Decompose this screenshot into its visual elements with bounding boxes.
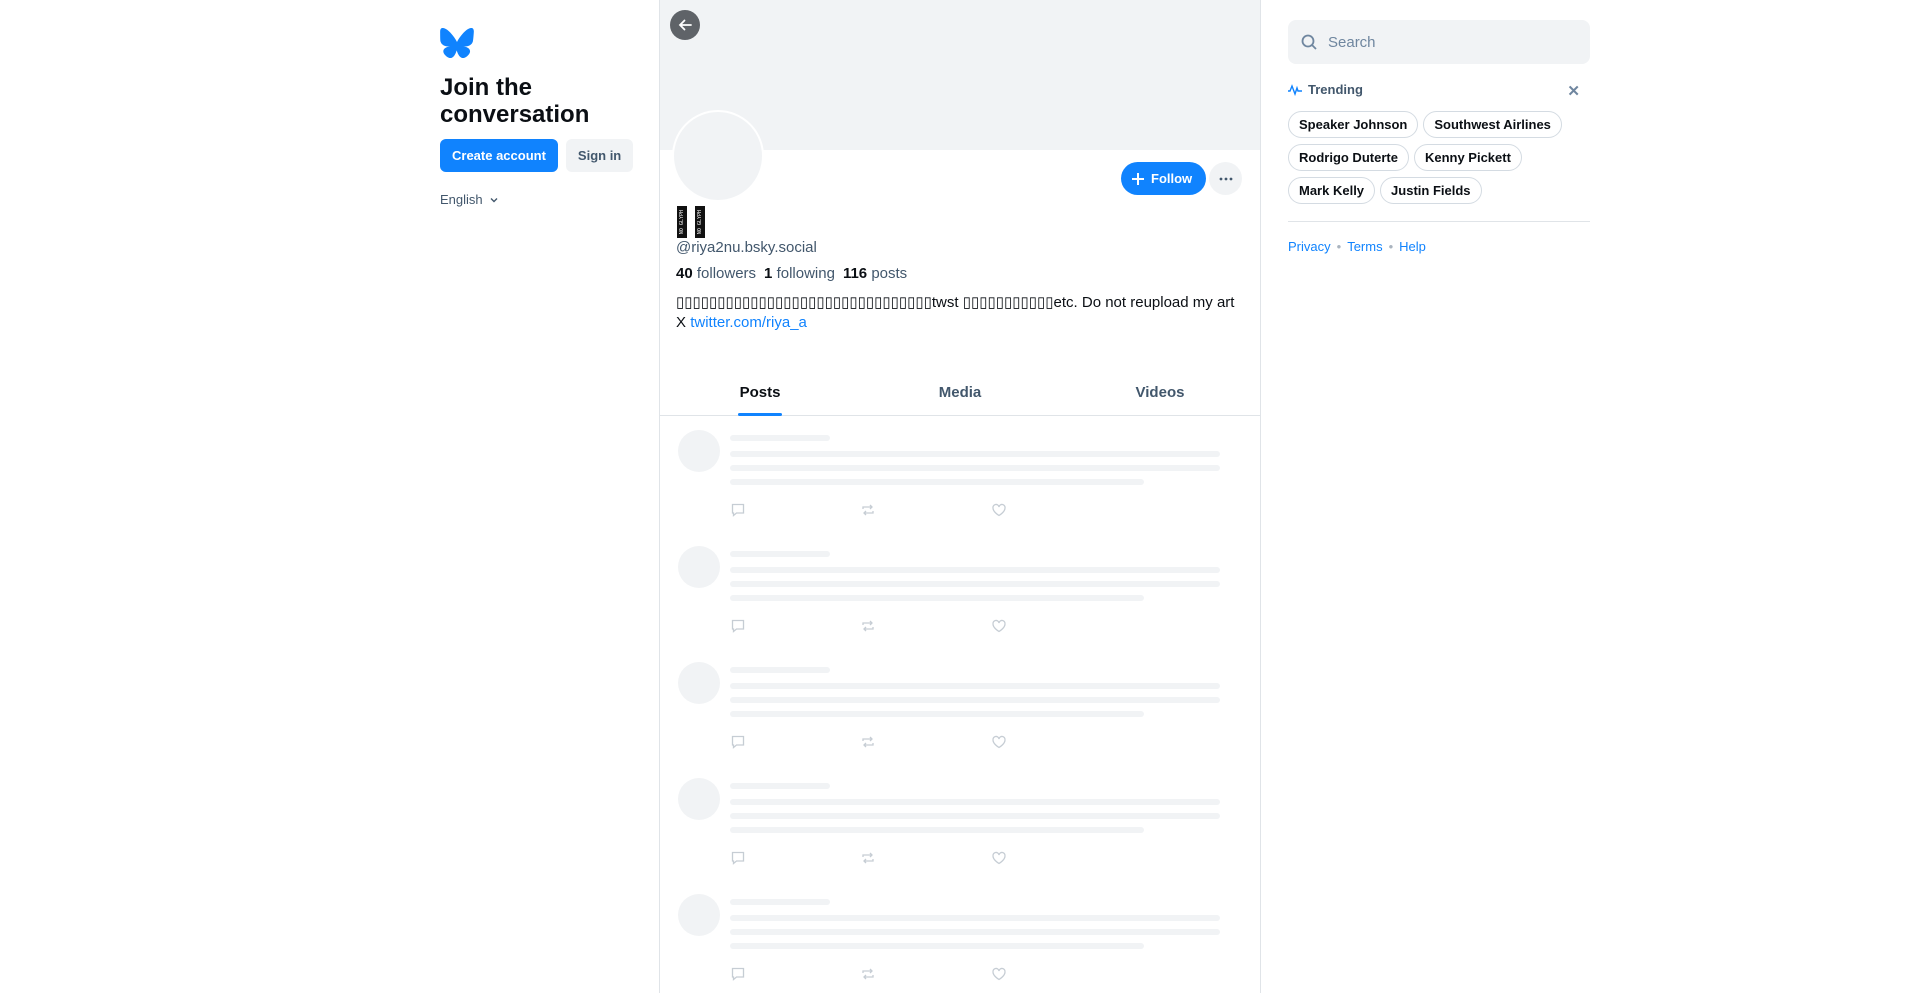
skeleton-line [730,567,1220,573]
skeleton-line [730,451,1220,457]
skeleton-line [730,899,830,905]
reply-icon[interactable] [730,734,746,750]
repost-icon[interactable] [860,618,876,634]
post-skeleton [660,765,1260,881]
avatar-placeholder [678,778,720,820]
skeleton-line [730,465,1220,471]
arrow-left-icon [678,19,692,31]
skeleton-line [730,595,1144,601]
repost-icon[interactable] [860,966,876,982]
like-icon[interactable] [991,502,1007,518]
skeleton-line [730,435,830,441]
reply-icon[interactable] [730,966,746,982]
plus-icon [1132,172,1144,185]
close-icon[interactable]: ✕ [1567,82,1580,100]
chevron-down-icon [490,197,498,202]
search-icon [1301,34,1317,50]
following-link[interactable]: 1 following [764,265,835,282]
skeleton-line [730,551,830,557]
tab-posts[interactable]: Posts [660,376,860,415]
skeleton-line [730,827,1144,833]
sign-in-button[interactable]: Sign in [565,139,634,172]
trending-topic[interactable]: Speaker Johnson [1288,111,1419,138]
skeleton-line [730,479,1144,485]
trending-topic[interactable]: Mark Kelly [1288,177,1376,204]
follow-label: Follow [1151,171,1193,186]
reply-icon[interactable] [730,502,746,518]
trending-topic[interactable]: Rodrigo Duterte [1288,144,1409,171]
back-button[interactable] [670,10,700,40]
missing-glyph-icon: NO GLYPH [677,206,687,238]
search-input[interactable]: Search [1288,20,1590,64]
skeleton-line [730,813,1220,819]
trending-icon [1288,83,1302,96]
footer-links: Privacy • Terms • Help [1288,239,1426,254]
help-link[interactable]: Help [1399,239,1426,254]
bio-link[interactable]: twitter.com/riya_a [690,314,807,331]
terms-link[interactable]: Terms [1347,239,1382,254]
tab-media[interactable]: Media [860,376,1060,415]
reply-icon[interactable] [730,618,746,634]
post-skeleton [660,533,1260,649]
like-icon[interactable] [991,618,1007,634]
followers-link[interactable]: 40 followers [676,265,756,282]
skeleton-line [730,929,1220,935]
language-label: English [440,192,483,207]
bluesky-logo-icon[interactable] [440,28,474,58]
bio-prefix: X [676,314,691,331]
like-icon[interactable] [991,966,1007,982]
display-name: NO GLYPH NO GLYPH [677,206,705,238]
like-icon[interactable] [991,850,1007,866]
like-icon[interactable] [991,734,1007,750]
tab-videos[interactable]: Videos [1060,376,1260,415]
skeleton-line [730,581,1220,587]
skeleton-line [730,711,1144,717]
more-options-button[interactable] [1209,162,1242,195]
repost-icon[interactable] [860,734,876,750]
divider [1288,221,1590,222]
trending-topic[interactable]: Justin Fields [1380,177,1482,204]
skeleton-line [730,683,1220,689]
skeleton-line [730,799,1220,805]
skeleton-line [730,943,1144,949]
skeleton-line [730,915,1220,921]
avatar-placeholder [678,894,720,936]
create-account-button[interactable]: Create account [440,139,558,172]
trending-title: Trending [1308,82,1363,97]
bio-text: ▯▯▯▯▯▯▯▯▯▯▯▯▯▯▯▯▯▯▯▯▯▯▯▯▯▯▯▯▯▯▯twst ▯▯▯▯… [676,294,1235,311]
avatar-placeholder [678,546,720,588]
follow-button[interactable]: Follow [1121,162,1207,195]
language-select[interactable]: English [440,192,499,207]
missing-glyph-icon: NO GLYPH [695,206,705,238]
trending-topic[interactable]: Southwest Airlines [1423,111,1562,138]
avatar-placeholder [678,430,720,472]
profile-stats: 40 followers 1 following 116 posts [676,265,907,282]
trending-header: Trending ✕ [1288,82,1590,100]
repost-icon[interactable] [860,502,876,518]
join-heading: Join the conversation [440,74,590,128]
profile-tabs: Posts Media Videos [660,376,1260,416]
posts-count: 116 posts [842,265,908,282]
privacy-link[interactable]: Privacy [1288,239,1331,254]
profile-bio: ▯▯▯▯▯▯▯▯▯▯▯▯▯▯▯▯▯▯▯▯▯▯▯▯▯▯▯▯▯▯▯twst ▯▯▯▯… [676,293,1236,333]
post-feed-loading [660,417,1260,997]
skeleton-line [730,697,1220,703]
skeleton-line [730,783,830,789]
skeleton-line [730,667,830,673]
profile-handle: @riya2nu.bsky.social [676,239,817,256]
profile-column: Follow NO GLYPH NO GLYPH @riya2nu.bsky.s… [659,0,1261,993]
post-skeleton [660,881,1260,997]
trending-topics: Speaker Johnson Southwest Airlines Rodri… [1288,111,1590,204]
search-placeholder: Search [1328,33,1376,51]
ellipsis-icon [1219,177,1232,180]
reply-icon[interactable] [730,850,746,866]
post-skeleton [660,649,1260,765]
avatar[interactable] [672,110,764,202]
trending-topic[interactable]: Kenny Pickett [1413,144,1522,171]
repost-icon[interactable] [860,850,876,866]
avatar-placeholder [678,662,720,704]
post-skeleton [660,417,1260,533]
